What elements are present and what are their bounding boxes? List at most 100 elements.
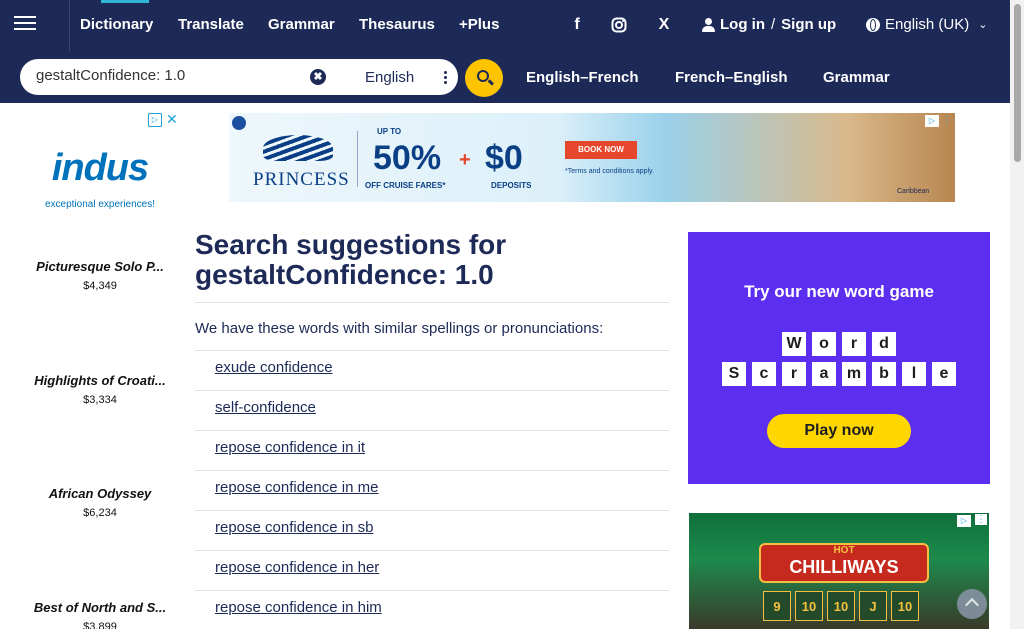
nav-thesaurus[interactable]: Thesaurus xyxy=(359,16,435,33)
clear-search-icon[interactable]: ✖ xyxy=(310,69,326,85)
nav-divider xyxy=(69,0,70,52)
slot-symbol: 10 xyxy=(795,591,823,621)
slot-symbol: J xyxy=(859,591,887,621)
left-sidebar-ad[interactable]: ▷ ✕ indus exceptional experiences! Pictu… xyxy=(18,111,182,629)
page-title-query: gestaltConfidence: 1.0 xyxy=(195,259,494,290)
letter-tile: c xyxy=(752,362,776,386)
ad-deposit: $0 xyxy=(485,139,523,177)
tour-price: $3,899 xyxy=(83,621,117,629)
language-label: English (UK) xyxy=(885,16,970,33)
ad-location: Caribbean xyxy=(897,188,930,195)
ad-terms: *Terms and conditions apply. xyxy=(565,168,654,175)
scrollbar-thumb[interactable] xyxy=(1014,4,1021,162)
language-selector[interactable]: English (UK) ⌄ xyxy=(866,16,987,33)
nav-translate[interactable]: Translate xyxy=(178,16,244,33)
tour-price: $4,349 xyxy=(83,280,117,292)
tour-name: Best of North and S... xyxy=(33,600,167,615)
play-now-button[interactable]: Play now xyxy=(767,414,911,448)
casino-title: HOT CHILLIWAYS xyxy=(759,543,929,583)
chevron-down-icon: ⌄ xyxy=(978,19,988,31)
active-tab-indicator xyxy=(101,0,149,3)
tour-card[interactable]: Picturesque Solo P... $4,349 xyxy=(18,259,182,292)
indus-tagline: exceptional experiences! xyxy=(44,199,156,210)
tour-card[interactable]: Best of North and S... $3,899 xyxy=(18,600,182,629)
letter-tile: e xyxy=(932,362,956,386)
suggestions-intro: We have these words with similar spellin… xyxy=(195,320,604,337)
page-scrollbar[interactable] xyxy=(1010,0,1024,629)
slot-symbol: 10 xyxy=(827,591,855,621)
suggestion-link[interactable]: self-confidence xyxy=(215,399,316,416)
close-ad-icon[interactable]: ✕ xyxy=(166,111,178,128)
nav-grammar[interactable]: Grammar xyxy=(268,16,335,33)
letter-tile: W xyxy=(782,332,806,356)
tour-name: Picturesque Solo P... xyxy=(36,259,164,274)
slot-symbol: 9 xyxy=(763,591,791,621)
word-game-promo[interactable]: Try our new word game W o r d S c r a m … xyxy=(688,232,990,484)
banner-ad[interactable]: ▷ ⋮ PRINCESS UP TO 50% OFF CRUISE FARES*… xyxy=(229,113,955,202)
ad-up-to: UP TO xyxy=(377,127,402,136)
quick-link-french-english[interactable]: French–English xyxy=(675,69,788,86)
search-field: ✖ English xyxy=(20,59,458,95)
tour-name: African Odyssey xyxy=(48,486,152,501)
page-title-prefix: Search suggestions for xyxy=(195,229,507,260)
tour-card[interactable]: Highlights of Croati... $3,334 xyxy=(18,373,182,406)
dictionary-select[interactable]: English xyxy=(355,61,455,93)
page-title: Search suggestions for gestaltConfidence… xyxy=(195,230,506,290)
account-links: Log in / Sign up xyxy=(702,16,836,33)
ad-options-icon[interactable]: ⋮ xyxy=(942,115,952,126)
scroll-to-top-button[interactable] xyxy=(957,589,987,619)
suggestion-link[interactable]: repose confidence in sb xyxy=(215,519,373,536)
tour-price: $3,334 xyxy=(83,394,117,406)
suggestion-link[interactable]: repose confidence in me xyxy=(215,479,378,496)
globe-icon xyxy=(866,17,880,32)
quick-link-english-french[interactable]: English–French xyxy=(526,69,639,86)
ad-shield-icon xyxy=(232,116,246,130)
nav-plus[interactable]: +Plus xyxy=(459,16,499,33)
letter-tile: m xyxy=(842,362,866,386)
user-icon xyxy=(702,17,715,32)
letter-tile: a xyxy=(812,362,836,386)
letter-tile: d xyxy=(872,332,896,356)
x-twitter-icon[interactable]: X xyxy=(646,16,682,36)
suggestion-link[interactable]: exude confidence xyxy=(215,359,333,376)
word-tiles: W o r d xyxy=(688,332,990,356)
signup-link[interactable]: Sign up xyxy=(781,16,836,33)
casino-ad[interactable]: ▷ ⋮ HOT CHILLIWAYS 9 10 10 J 10 xyxy=(689,513,989,629)
menu-icon[interactable] xyxy=(8,6,42,42)
slot-symbol: 10 xyxy=(891,591,919,621)
instagram-icon[interactable] xyxy=(601,16,637,36)
princess-brand: PRINCESS xyxy=(253,169,350,190)
search-button[interactable] xyxy=(465,59,503,97)
search-input[interactable] xyxy=(36,67,306,84)
slot-reels: 9 10 10 J 10 xyxy=(763,591,923,621)
letter-tile: b xyxy=(872,362,896,386)
login-link[interactable]: Log in xyxy=(720,16,765,33)
adchoices-icon[interactable]: ▷ xyxy=(148,113,162,127)
suggestion-link[interactable]: repose confidence in her xyxy=(215,559,379,576)
adchoices-icon[interactable]: ▷ xyxy=(925,115,939,127)
suggestion-link[interactable]: repose confidence in him xyxy=(215,599,382,616)
top-nav-bar: Dictionary Translate Grammar Thesaurus +… xyxy=(0,0,1010,52)
letter-tile: o xyxy=(812,332,836,356)
suggestion-link[interactable]: repose confidence in it xyxy=(215,439,365,456)
search-icon xyxy=(477,70,489,82)
nav-dictionary[interactable]: Dictionary xyxy=(80,16,153,33)
letter-tile: r xyxy=(842,332,866,356)
quick-link-grammar[interactable]: Grammar xyxy=(823,69,890,86)
ad-options-icon[interactable]: ⋮ xyxy=(975,514,987,525)
kebab-menu-icon xyxy=(444,70,448,84)
tour-card[interactable]: African Odyssey $6,234 xyxy=(18,486,182,519)
tour-price: $6,234 xyxy=(83,507,117,519)
scramble-tiles: S c r a m b l e xyxy=(688,362,990,386)
dictionary-select-label: English xyxy=(365,68,415,86)
book-now-button[interactable]: BOOK NOW xyxy=(565,141,637,159)
tour-name: Highlights of Croati... xyxy=(34,373,166,388)
ad-discount-text: OFF CRUISE FARES* xyxy=(365,181,446,190)
casino-title-main: CHILLIWAYS xyxy=(789,557,899,577)
letter-tile: r xyxy=(782,362,806,386)
facebook-icon[interactable]: f xyxy=(559,16,595,36)
login-separator: / xyxy=(771,16,776,33)
game-promo-title: Try our new word game xyxy=(744,282,934,301)
adchoices-icon[interactable]: ▷ xyxy=(957,515,971,527)
letter-tile: l xyxy=(902,362,926,386)
